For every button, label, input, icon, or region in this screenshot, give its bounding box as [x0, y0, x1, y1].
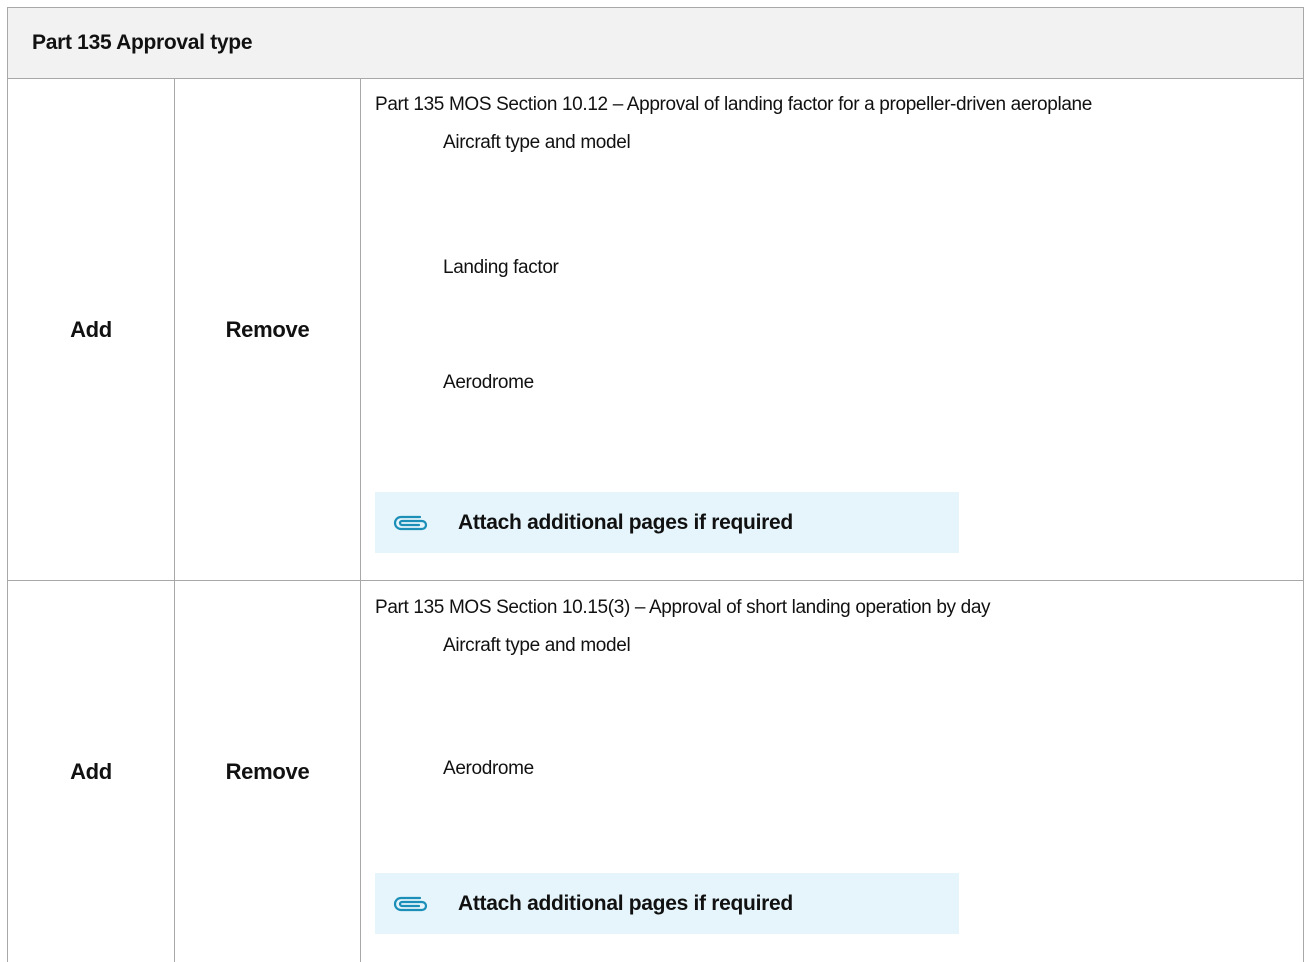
add-checkbox-cell[interactable]: Add: [8, 581, 175, 962]
remove-label: Remove: [225, 758, 310, 784]
attach-pages-note: Attach additional pages if required: [375, 873, 959, 934]
approval-details-cell: Part 135 MOS Section 10.12 – Approval of…: [361, 79, 1303, 580]
remove-checkbox-cell[interactable]: Remove: [175, 79, 361, 580]
remove-label: Remove: [225, 316, 310, 342]
remove-checkbox-cell[interactable]: Remove: [175, 581, 361, 962]
paperclip-icon: [392, 893, 446, 915]
field-landing-factor: Landing factor: [443, 257, 559, 278]
attach-note-text: Attach additional pages if required: [458, 891, 793, 915]
section-title: Part 135 MOS Section 10.12 – Approval of…: [375, 94, 1092, 115]
paperclip-icon: [392, 512, 446, 534]
field-aerodrome: Aerodrome: [443, 372, 534, 393]
add-checkbox-cell[interactable]: Add: [8, 79, 175, 580]
section-title: Part 135 MOS Section 10.15(3) – Approval…: [375, 597, 991, 618]
approval-row-landing-factor: Add Remove Part 135 MOS Section 10.12 – …: [8, 79, 1303, 581]
field-aircraft-type: Aircraft type and model: [443, 132, 631, 153]
field-aerodrome: Aerodrome: [443, 758, 534, 779]
add-label: Add: [70, 316, 112, 342]
approval-row-short-landing: Add Remove Part 135 MOS Section 10.15(3)…: [8, 581, 1303, 962]
attach-pages-note: Attach additional pages if required: [375, 492, 959, 553]
approval-type-table: Part 135 Approval type Add Remove Part 1…: [7, 7, 1304, 962]
table-header: Part 135 Approval type: [8, 8, 1303, 79]
approval-details-cell: Part 135 MOS Section 10.15(3) – Approval…: [361, 581, 1303, 962]
table-title: Part 135 Approval type: [32, 31, 253, 54]
field-aircraft-type: Aircraft type and model: [443, 635, 631, 656]
add-label: Add: [70, 758, 112, 784]
attach-note-text: Attach additional pages if required: [458, 510, 793, 534]
